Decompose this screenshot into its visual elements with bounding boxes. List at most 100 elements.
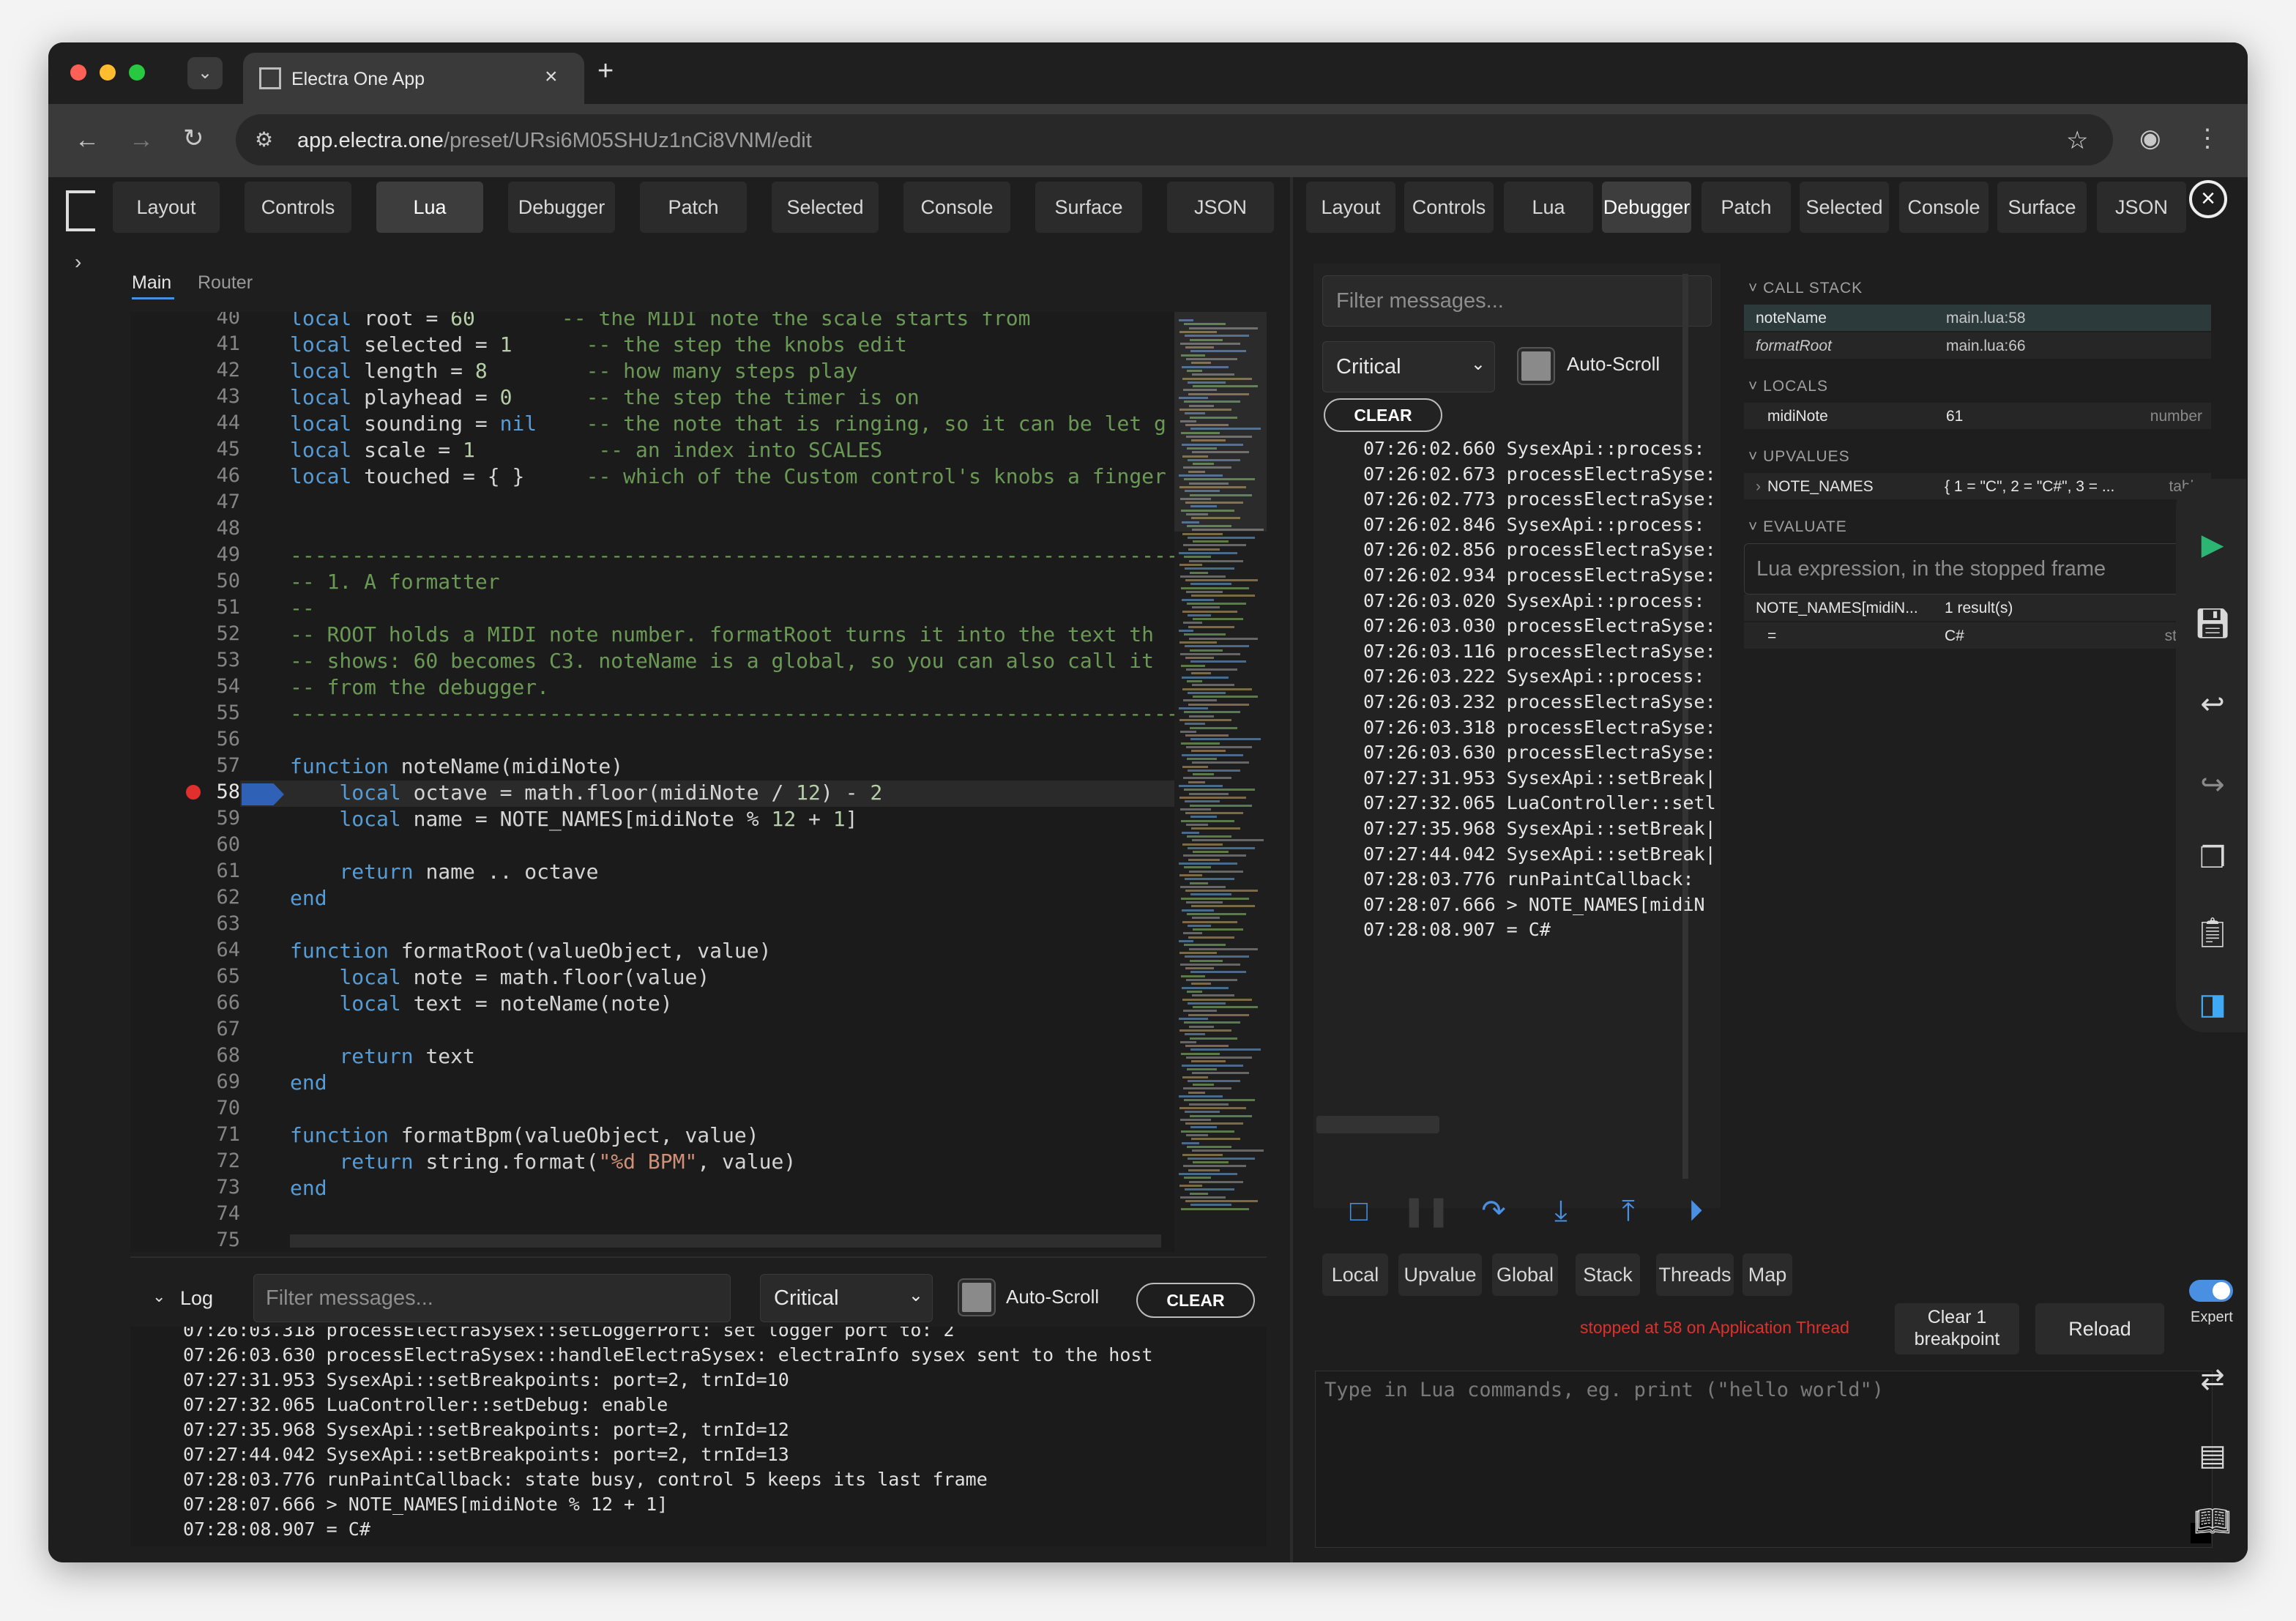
code-line[interactable]: function formatBpm(valueObject, value): [290, 1123, 759, 1147]
log-collapse-icon[interactable]: ⌄: [152, 1287, 165, 1306]
right-tab-lua[interactable]: Lua: [1504, 182, 1593, 233]
code-line[interactable]: local root = 60 -- the MIDI note the sca…: [290, 312, 1030, 330]
paste-icon[interactable]: 📋︎: [2191, 911, 2234, 955]
log-level-select[interactable]: Critical ⌄: [760, 1274, 933, 1322]
left-tab-controls[interactable]: Controls: [245, 182, 351, 233]
line-number[interactable]: 51: [130, 596, 240, 619]
code-line[interactable]: function noteName(midiNote): [290, 754, 623, 778]
stop-icon[interactable]: □: [1330, 1182, 1388, 1240]
debug-filter-input[interactable]: Filter messages...: [1322, 275, 1712, 327]
line-number[interactable]: 44: [130, 411, 240, 434]
close-panel-icon[interactable]: ×: [2189, 180, 2227, 218]
log-filter-input[interactable]: Filter messages...: [253, 1274, 731, 1322]
line-number[interactable]: 66: [130, 991, 240, 1014]
evaluate-header[interactable]: ˅ EVALUATE: [1748, 518, 2210, 536]
clear-breakpoint-button[interactable]: Clear 1 breakpoint: [1895, 1303, 2019, 1354]
pause-icon[interactable]: ❚❚: [1397, 1182, 1456, 1240]
swap-icon[interactable]: ⇄: [2191, 1357, 2234, 1401]
split-view-icon[interactable]: ◨: [2191, 983, 2234, 1026]
editor-horizontal-scrollbar[interactable]: [290, 1234, 1161, 1248]
line-number[interactable]: 46: [130, 464, 240, 487]
code-line[interactable]: return string.format("%d BPM", value): [290, 1149, 796, 1174]
address-bar[interactable]: ⚙ app.electra.one/preset/URsi6M05SHUz1nC…: [236, 114, 2113, 165]
left-tab-debugger[interactable]: Debugger: [508, 182, 615, 233]
right-tab-json[interactable]: JSON: [2097, 182, 2186, 233]
code-line[interactable]: local octave = math.floor(midiNote / 12)…: [290, 780, 882, 805]
code-line[interactable]: end: [290, 886, 327, 910]
profile-icon[interactable]: ◉: [2139, 126, 2161, 151]
evaluate-input[interactable]: Lua expression, in the stopped frame: [1744, 543, 2213, 595]
log-clear-button[interactable]: CLEAR: [1136, 1283, 1255, 1318]
code-line[interactable]: -- shows: 60 becomes C3. noteName is a g…: [290, 649, 1154, 673]
forward-icon[interactable]: →: [129, 127, 154, 152]
call-stack-frame[interactable]: noteName main.lua:58: [1744, 305, 2211, 331]
code-line[interactable]: local scale = 1 -- an index into SCALES: [290, 438, 882, 462]
right-tab-controls[interactable]: Controls: [1404, 182, 1494, 233]
line-number[interactable]: 69: [130, 1070, 240, 1093]
line-number[interactable]: 68: [130, 1044, 240, 1067]
code-line[interactable]: local name = NOTE_NAMES[midiNote % 12 + …: [290, 807, 857, 831]
scope-tab-upvalue[interactable]: Upvalue: [1398, 1253, 1482, 1296]
file-tab-main[interactable]: Main: [132, 272, 171, 294]
new-tab-icon[interactable]: +: [597, 56, 614, 87]
line-number[interactable]: 60: [130, 833, 240, 856]
file-tab-router[interactable]: Router: [198, 272, 253, 294]
close-window-button[interactable]: [70, 64, 86, 81]
left-tab-json[interactable]: JSON: [1167, 182, 1274, 233]
right-tab-patch[interactable]: Patch: [1702, 182, 1791, 233]
redo-icon[interactable]: ↪: [2191, 763, 2234, 807]
menu-kebab-icon[interactable]: ⋮: [2195, 126, 2220, 151]
code-line[interactable]: local length = 8 -- how many steps play: [290, 359, 857, 383]
left-tab-console[interactable]: Console: [903, 182, 1010, 233]
line-number[interactable]: 72: [130, 1149, 240, 1172]
right-tab-surface[interactable]: Surface: [1997, 182, 2087, 233]
line-number[interactable]: 42: [130, 359, 240, 381]
code-minimap[interactable]: [1174, 312, 1267, 1252]
right-tab-selected[interactable]: Selected: [1800, 182, 1889, 233]
line-number[interactable]: 59: [130, 807, 240, 830]
left-tab-lua[interactable]: Lua: [376, 182, 483, 233]
line-number[interactable]: 43: [130, 385, 240, 408]
log-divider[interactable]: [130, 1256, 1267, 1258]
scope-tab-threads[interactable]: Threads: [1656, 1253, 1734, 1296]
line-number[interactable]: 48: [130, 517, 240, 540]
tab-search-dropdown-icon[interactable]: ⌄: [187, 57, 223, 89]
undo-icon[interactable]: ↩: [2191, 682, 2234, 726]
code-line[interactable]: --: [290, 596, 315, 620]
code-line[interactable]: -- 1. A formatter: [290, 570, 500, 594]
save-icon[interactable]: 💾︎: [2191, 602, 2234, 646]
line-number[interactable]: 53: [130, 649, 240, 671]
line-number[interactable]: 45: [130, 438, 240, 461]
line-number[interactable]: 65: [130, 965, 240, 988]
code-editor[interactable]: 40 local root = 60 -- the MIDI note the s…: [130, 312, 1267, 1252]
code-line[interactable]: return text: [290, 1044, 474, 1068]
close-tab-icon[interactable]: ×: [545, 64, 558, 89]
scope-tab-global[interactable]: Global: [1492, 1253, 1558, 1296]
calculator-icon[interactable]: ▤: [2191, 1434, 2234, 1477]
left-tab-patch[interactable]: Patch: [640, 182, 747, 233]
line-number[interactable]: 62: [130, 886, 240, 909]
bookmark-star-icon[interactable]: ☆: [2066, 126, 2088, 155]
debug-autoscroll-checkbox[interactable]: [1518, 349, 1554, 384]
locals-header[interactable]: ˅ LOCALS: [1748, 378, 2210, 395]
scope-tab-local[interactable]: Local: [1322, 1253, 1388, 1296]
left-tab-selected[interactable]: Selected: [772, 182, 879, 233]
line-number[interactable]: 70: [130, 1097, 240, 1119]
code-line[interactable]: -- from the debugger.: [290, 675, 549, 699]
continue-icon[interactable]: ⏵: [1666, 1182, 1725, 1240]
step-over-icon[interactable]: ↷: [1464, 1182, 1523, 1240]
line-number[interactable]: 58: [130, 780, 240, 803]
code-line[interactable]: end: [290, 1176, 327, 1200]
zoom-window-button[interactable]: [129, 64, 145, 81]
code-line[interactable]: -- ROOT holds a MIDI note number. format…: [290, 622, 1154, 646]
debug-level-select[interactable]: Critical ⌄: [1322, 341, 1495, 392]
right-tab-debugger[interactable]: Debugger: [1602, 182, 1691, 233]
code-line[interactable]: ----------------------------------------…: [290, 543, 1179, 567]
expert-toggle[interactable]: [2189, 1280, 2233, 1302]
line-number[interactable]: 61: [130, 860, 240, 882]
log-autoscroll-checkbox[interactable]: [959, 1280, 994, 1315]
site-settings-icon[interactable]: ⚙: [255, 127, 273, 152]
debug-clear-button[interactable]: CLEAR: [1324, 398, 1442, 432]
upvalues-header[interactable]: ˅ UPVALUES: [1748, 448, 2210, 466]
line-number[interactable]: 50: [130, 570, 240, 592]
